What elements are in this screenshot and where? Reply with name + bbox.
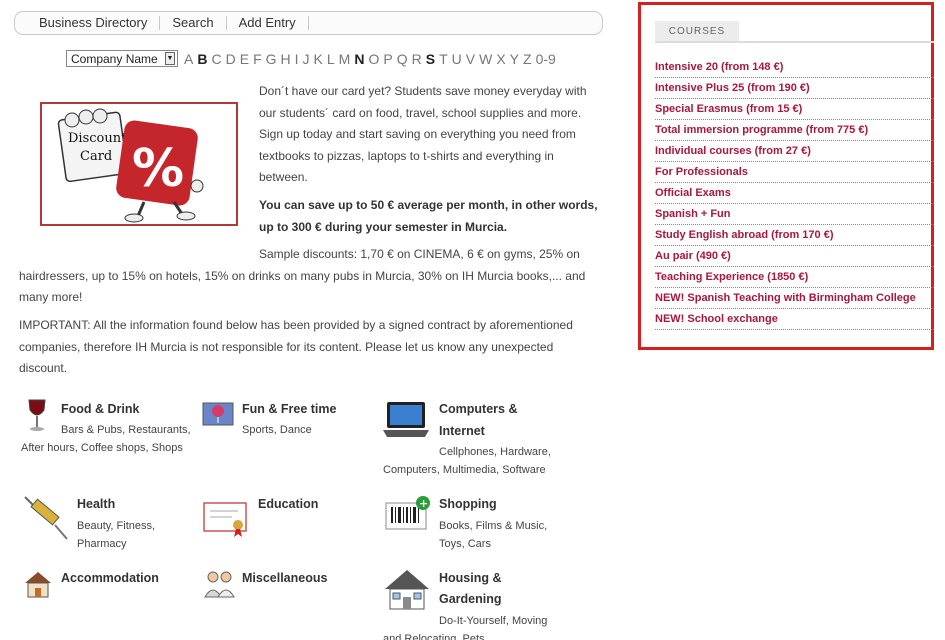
chevron-down-icon: ▼: [165, 52, 175, 65]
letter-link[interactable]: E: [240, 51, 249, 67]
course-link[interactable]: Spanish + Fun: [655, 204, 934, 225]
category-title[interactable]: Fun & Free time: [242, 399, 336, 421]
svg-text:Discount: Discount: [68, 131, 127, 146]
category-sub: Do-It-Yourself, Moving: [439, 615, 548, 627]
letter-link[interactable]: B: [197, 51, 207, 67]
courses-panel: COURSES Intensive 20 (from 148 €) Intensi…: [638, 2, 934, 350]
category-title[interactable]: Miscellaneous: [242, 568, 327, 590]
svg-text:Card: Card: [80, 149, 112, 164]
promo-highlight: You can save up to 50 € average per mont…: [259, 198, 598, 234]
letter-link[interactable]: Y: [510, 51, 519, 67]
letter-link[interactable]: M: [339, 51, 351, 67]
alphabet-filter: Company Name ▼ ABCDEFGHIJKLMNOPQRSTUVWXY…: [66, 50, 558, 67]
category-title[interactable]: Food & Drink: [61, 399, 139, 421]
category-title[interactable]: Health: [77, 494, 115, 516]
course-link[interactable]: NEW! Spanish Teaching with Birmingham Co…: [655, 288, 934, 309]
top-nav-bar: Business Directory Search Add Entry: [14, 11, 603, 35]
diploma-icon: [202, 501, 250, 543]
svg-text:%: %: [132, 139, 184, 199]
course-link[interactable]: Intensive 20 (from 148 €): [655, 57, 934, 78]
svg-text:+: +: [419, 497, 428, 510]
letter-link[interactable]: X: [496, 51, 505, 67]
category-title[interactable]: Computers &: [439, 399, 517, 421]
letter-link[interactable]: T: [439, 51, 448, 67]
category-sub: Cellphones, Hardware,: [439, 446, 551, 458]
sample-line-3: many more!: [19, 290, 83, 305]
letter-link[interactable]: P: [383, 51, 392, 67]
wine-glass-icon: [25, 398, 49, 438]
letter-link[interactable]: V: [466, 51, 475, 67]
course-link[interactable]: Special Erasmus (from 15 €): [655, 99, 934, 120]
letter-link[interactable]: O: [368, 51, 379, 67]
nav-business-directory[interactable]: Business Directory: [27, 16, 161, 30]
course-link[interactable]: Individual courses (from 27 €): [655, 141, 934, 162]
letter-link[interactable]: W: [479, 51, 492, 67]
category-title[interactable]: Shopping: [439, 494, 497, 516]
important-notice: IMPORTANT: All the information found bel…: [19, 318, 573, 376]
house-icon: [23, 569, 53, 605]
home-garden-icon: [383, 567, 431, 619]
category-sub: Computers, Multimedia, Software: [383, 464, 546, 476]
discount-card-image: Discount Card %: [40, 102, 238, 226]
course-link[interactable]: Official Exams: [655, 183, 934, 204]
nav-add-entry[interactable]: Add Entry: [227, 16, 309, 30]
sort-select[interactable]: Company Name ▼: [66, 50, 178, 67]
letter-link[interactable]: L: [327, 51, 335, 67]
course-link[interactable]: Total immersion programme (from 775 €): [655, 120, 934, 141]
letter-link[interactable]: S: [426, 51, 435, 67]
nav-search[interactable]: Search: [160, 16, 227, 30]
category-title-2[interactable]: Internet: [439, 421, 485, 443]
category-sub: Pharmacy: [77, 538, 127, 550]
sample-line-2: hairdressers, up to 15% on hotels, 15% o…: [19, 268, 586, 283]
divider: [655, 41, 934, 43]
course-link[interactable]: For Professionals: [655, 162, 934, 183]
letter-link[interactable]: D: [226, 51, 236, 67]
courses-heading: COURSES: [655, 21, 739, 41]
course-link[interactable]: Teaching Experience (1850 €): [655, 267, 934, 288]
letter-link[interactable]: Z: [523, 51, 532, 67]
letter-link[interactable]: Q: [397, 51, 408, 67]
category-title-2[interactable]: Gardening: [439, 589, 502, 611]
category-sub: Toys, Cars: [439, 538, 491, 550]
letter-link[interactable]: R: [412, 51, 422, 67]
sample-line-1: Sample discounts: 1,70 € on CINEMA, 6 € …: [259, 247, 580, 261]
letter-link[interactable]: N: [354, 51, 364, 67]
course-link[interactable]: Intensive Plus 25 (from 190 €): [655, 78, 934, 99]
balloon-icon: [202, 402, 234, 432]
syringe-icon: [21, 493, 71, 549]
barcode-icon: +: [385, 495, 431, 537]
letter-link[interactable]: 0-9: [536, 51, 556, 67]
category-title[interactable]: Housing &: [439, 568, 502, 590]
category-sub: and Relocating, Pets: [383, 633, 485, 640]
letter-link[interactable]: G: [266, 51, 277, 67]
category-title[interactable]: Education: [258, 494, 318, 516]
letter-list: A B C D E F G H I J K L M N O P Q R S T U V W X Y Z 0-9: [182, 51, 558, 67]
letter-link[interactable]: U: [452, 51, 462, 67]
letter-link[interactable]: F: [253, 51, 262, 67]
sort-select-value: Company Name: [71, 51, 158, 66]
letter-link[interactable]: C: [211, 51, 221, 67]
category-title[interactable]: Accommodation: [61, 568, 159, 590]
letter-link[interactable]: A: [184, 51, 193, 67]
category-sub: Sports, Dance: [242, 424, 312, 436]
category-sub: Beauty, Fitness,: [77, 520, 156, 532]
letter-link[interactable]: K: [314, 51, 323, 67]
letter-link[interactable]: I: [295, 51, 299, 67]
letter-link[interactable]: H: [281, 51, 291, 67]
promo-intro: Don´t have our card yet? Students save m…: [259, 84, 587, 185]
course-link[interactable]: NEW! School exchange: [655, 309, 934, 330]
category-sub: After hours, Coffee shops, Shops: [21, 442, 183, 454]
promo-sample-discounts: Sample discounts: 1,70 € on CINEMA, 6 € …: [19, 244, 599, 309]
laptop-icon: [383, 400, 429, 446]
letter-link[interactable]: J: [303, 51, 310, 67]
category-sub: Bars & Pubs, Restaurants,: [61, 424, 191, 436]
course-link[interactable]: Au pair (490 €): [655, 246, 934, 267]
category-sub: Books, Films & Music,: [439, 520, 548, 532]
course-link[interactable]: Study English abroad (from 170 €): [655, 225, 934, 246]
people-icon: [202, 569, 236, 605]
